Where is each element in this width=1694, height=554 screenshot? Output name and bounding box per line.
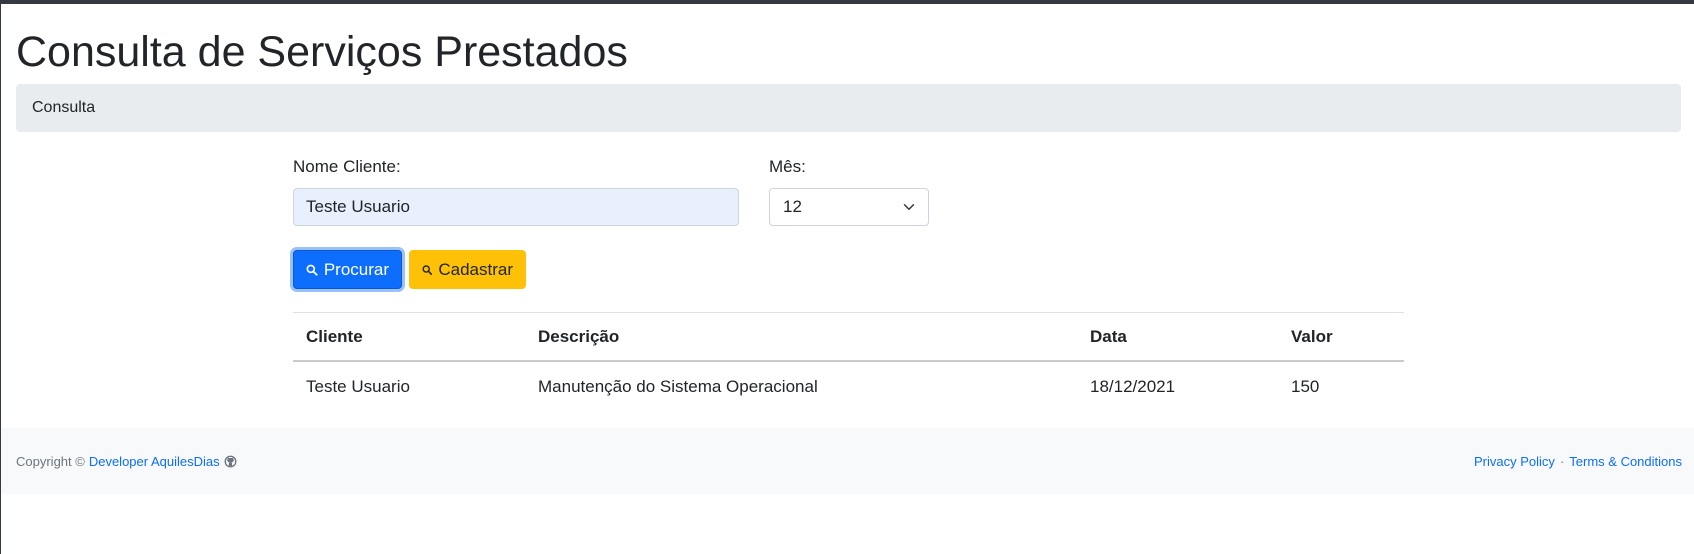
github-icon[interactable] <box>224 455 237 468</box>
search-icon <box>306 264 318 276</box>
terms-conditions-link[interactable]: Terms & Conditions <box>1569 454 1682 469</box>
developer-link[interactable]: Developer AquilesDias <box>89 454 220 469</box>
register-button[interactable]: Cadastrar <box>409 250 526 289</box>
cell-data: 18/12/2021 <box>1090 377 1176 396</box>
client-name-input[interactable]: Teste Usuario <box>293 188 739 226</box>
services-table: Cliente Descrição Data Valor Teste Usuar… <box>293 312 1404 412</box>
month-select-value: 12 <box>783 197 802 216</box>
register-button-label: Cadastrar <box>438 259 513 279</box>
cell-descricao: Manutenção do Sistema Operacional <box>538 377 818 396</box>
month-select[interactable]: 12 <box>769 188 929 226</box>
header-cliente: Cliente <box>306 326 363 346</box>
copyright-text: Copyright © <box>16 453 85 469</box>
chevron-down-icon <box>903 204 915 210</box>
footer-links: Privacy Policy · Terms & Conditions <box>1474 428 1682 494</box>
top-border <box>0 0 1694 4</box>
cell-valor: 150 <box>1291 377 1320 396</box>
breadcrumb: Consulta <box>16 84 1681 132</box>
header-descricao: Descrição <box>538 326 620 346</box>
table-row: Teste Usuario Manutenção do Sistema Oper… <box>293 362 1404 412</box>
breadcrumb-item: Consulta <box>32 99 96 116</box>
table-header-row: Cliente Descrição Data Valor <box>293 312 1404 362</box>
cell-cliente: Teste Usuario <box>306 377 410 396</box>
footer: Copyright © Developer AquilesDias Privac… <box>1 428 1694 494</box>
page-title: Consulta de Serviços Prestados <box>16 28 628 76</box>
month-label: Mês: <box>769 157 806 176</box>
privacy-policy-link[interactable]: Privacy Policy <box>1474 454 1555 469</box>
search-button-label: Procurar <box>323 259 389 279</box>
client-name-value: Teste Usuario <box>306 197 410 216</box>
header-data: Data <box>1090 326 1127 346</box>
footer-separator: · <box>1559 453 1565 469</box>
search-button[interactable]: Procurar <box>293 250 402 289</box>
search-icon <box>422 264 433 275</box>
header-valor: Valor <box>1291 326 1333 346</box>
client-name-label: Nome Cliente: <box>293 157 401 176</box>
copyright: Copyright © Developer AquilesDias <box>16 428 237 494</box>
